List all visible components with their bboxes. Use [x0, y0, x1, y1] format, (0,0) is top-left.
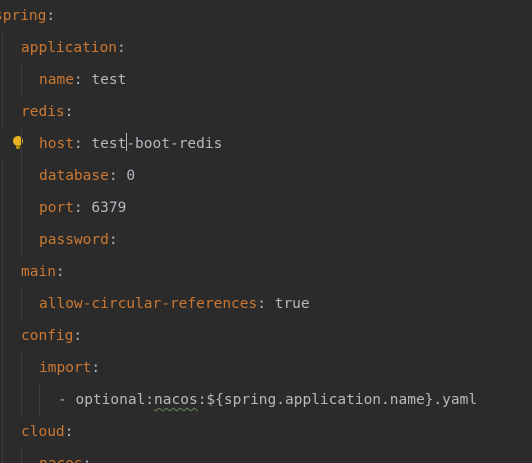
- indent-guide: [2, 448, 3, 463]
- yaml-separator: :: [83, 456, 92, 463]
- yaml-separator: :: [108, 232, 118, 248]
- yaml-separator: :: [257, 296, 275, 312]
- indent-guide: [2, 96, 3, 128]
- yaml-separator: :: [46, 8, 56, 24]
- yaml-key: port: [39, 200, 74, 216]
- yaml-key: main: [21, 264, 56, 280]
- yaml-value: 6379: [91, 200, 127, 216]
- code-line[interactable]: nacos:: [0, 448, 91, 463]
- code-line[interactable]: name: test: [0, 64, 126, 96]
- code-line[interactable]: allow-circular-references: true: [0, 288, 310, 320]
- indent-guide: [21, 192, 22, 224]
- indent-guide: [2, 288, 3, 320]
- yaml-value: -boot-redis: [126, 136, 223, 152]
- yaml-key: nacos: [39, 456, 83, 463]
- indent-guide: [2, 416, 3, 448]
- yaml-separator: :: [73, 328, 83, 344]
- code-line[interactable]: application:: [0, 32, 126, 64]
- indent-guide: [2, 224, 3, 256]
- yaml-separator: :: [64, 104, 74, 120]
- code-line[interactable]: - optional:nacos:${spring.application.na…: [0, 384, 477, 416]
- yaml-value: :${spring.application.name}.yaml: [197, 392, 478, 408]
- code-editor[interactable]: spring: application: name: test redis: h…: [0, 0, 532, 463]
- spellcheck-word[interactable]: nacos: [154, 392, 198, 408]
- indent-guide: [2, 192, 3, 224]
- code-line[interactable]: port: 6379: [0, 192, 126, 224]
- yaml-value: true: [274, 296, 310, 312]
- yaml-separator: :: [108, 168, 127, 184]
- yaml-separator: :: [73, 72, 92, 88]
- indent-guide: [2, 64, 3, 96]
- code-line[interactable]: import:: [0, 352, 100, 384]
- yaml-key: host: [39, 136, 74, 152]
- yaml-key: allow-circular-references: [39, 296, 258, 312]
- code-line[interactable]: main:: [0, 256, 65, 288]
- indent-guide: [21, 160, 22, 192]
- yaml-key: application: [21, 40, 118, 56]
- code-line[interactable]: spring:: [0, 0, 55, 32]
- indent-guide: [21, 128, 22, 160]
- yaml-key: cloud: [21, 424, 65, 440]
- yaml-key: name: [39, 72, 74, 88]
- yaml-separator: :: [117, 40, 126, 56]
- yaml-separator: :: [73, 136, 92, 152]
- indent-guide: [2, 384, 3, 416]
- yaml-value: test: [91, 72, 127, 88]
- indent-guide: [21, 352, 22, 384]
- yaml-list-dash: -: [58, 392, 76, 408]
- yaml-key: spring: [0, 8, 47, 24]
- indent-guide: [2, 352, 3, 384]
- yaml-separator: :: [73, 200, 92, 216]
- indent-guide: [21, 64, 22, 96]
- indent-guide: [21, 224, 22, 256]
- yaml-separator: :: [91, 360, 101, 376]
- indent-guide: [21, 288, 22, 320]
- indent-guide: [2, 320, 3, 352]
- yaml-value: test: [91, 136, 127, 152]
- yaml-key: config: [21, 328, 74, 344]
- yaml-key: password: [39, 232, 109, 248]
- code-line[interactable]: database: 0: [0, 160, 135, 192]
- yaml-key: import: [39, 360, 92, 376]
- yaml-value: 0: [126, 168, 136, 184]
- indent-guide: [21, 384, 22, 416]
- yaml-separator: :: [64, 424, 74, 440]
- yaml-key: redis: [21, 104, 65, 120]
- code-line[interactable]: config:: [0, 320, 82, 352]
- yaml-separator: :: [55, 264, 65, 280]
- indent-guide: [21, 448, 22, 463]
- indent-guide: [2, 32, 3, 64]
- code-line[interactable]: redis:: [0, 96, 73, 128]
- yaml-key: database: [39, 168, 109, 184]
- code-line-current[interactable]: host: test-boot-redis: [0, 128, 222, 160]
- code-line[interactable]: password:: [0, 224, 118, 256]
- indent-guide: [2, 256, 3, 288]
- indent-guide: [2, 160, 3, 192]
- indent-guide: [39, 384, 40, 416]
- code-line[interactable]: cloud:: [0, 416, 73, 448]
- yaml-value: optional:: [75, 392, 155, 408]
